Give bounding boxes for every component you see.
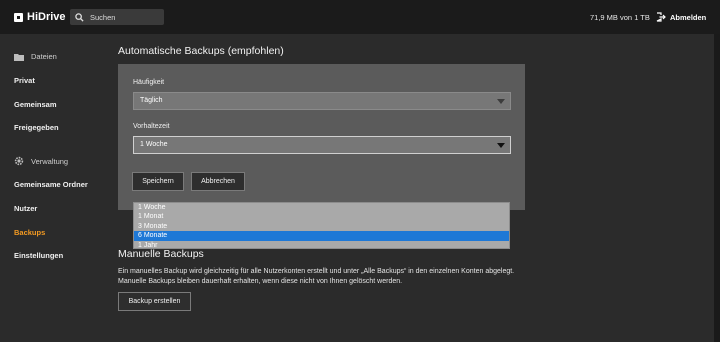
retention-option[interactable]: 1 Monat <box>134 212 509 221</box>
retention-dropdown-list[interactable]: 1 Woche 1 Monat 3 Monate 6 Monate 1 Jahr <box>133 202 510 249</box>
manual-backups-text-2: Manuelle Backups bleiben dauerhaft erhal… <box>118 278 403 285</box>
sidebar: Dateien Privat Gemeinsam Freigegeben Ver… <box>0 34 100 342</box>
sidebar-section-files[interactable]: Dateien <box>14 52 57 61</box>
sidebar-item-freigegeben[interactable]: Freigegeben <box>14 123 59 132</box>
scrollbar[interactable] <box>714 34 720 342</box>
cancel-button[interactable]: Abbrechen <box>191 172 245 191</box>
storage-quota: 71,9 MB von 1 TB <box>590 13 650 22</box>
sidebar-section-admin[interactable]: Verwaltung <box>14 156 68 166</box>
hidrive-logo[interactable]: HiDrive <box>14 10 66 24</box>
save-button[interactable]: Speichern <box>132 172 184 191</box>
brand-name: HiDrive <box>27 11 66 23</box>
sidebar-item-nutzer[interactable]: Nutzer <box>14 204 37 213</box>
search-placeholder: Suchen <box>90 12 116 22</box>
retention-option[interactable]: 1 Jahr <box>134 241 509 250</box>
sidebar-item-privat[interactable]: Privat <box>14 76 35 85</box>
sidebar-item-gemeinsame-ordner[interactable]: Gemeinsame Ordner <box>14 180 88 189</box>
logout-button[interactable]: Abmelden <box>656 10 706 24</box>
retention-option-highlighted[interactable]: 6 Monate <box>134 231 509 241</box>
search-icon <box>75 12 84 22</box>
sidebar-item-einstellungen[interactable]: Einstellungen <box>14 251 63 260</box>
retention-option[interactable]: 3 Monate <box>134 222 509 231</box>
chevron-down-icon <box>497 99 505 104</box>
sidebar-item-backups[interactable]: Backups <box>14 228 45 237</box>
search-input[interactable]: Suchen <box>70 9 164 25</box>
retention-value: 1 Woche <box>140 141 168 148</box>
sidebar-section-label: Dateien <box>31 52 57 61</box>
logout-icon <box>656 12 666 22</box>
retention-option[interactable]: 1 Woche <box>134 203 509 212</box>
create-backup-button[interactable]: Backup erstellen <box>118 292 191 311</box>
logout-label: Abmelden <box>670 12 707 22</box>
auto-backups-title: Automatische Backups (empfohlen) <box>118 45 284 57</box>
folder-icon <box>14 53 24 61</box>
frequency-label: Häufigkeit <box>133 79 165 86</box>
hidrive-logo-icon <box>14 12 23 22</box>
sidebar-item-gemeinsam[interactable]: Gemeinsam <box>14 100 57 109</box>
chevron-down-icon <box>497 143 505 148</box>
frequency-select[interactable]: Täglich <box>133 92 511 110</box>
frequency-value: Täglich <box>140 97 163 104</box>
retention-select[interactable]: 1 Woche <box>133 136 511 154</box>
top-bar: HiDrive Suchen 71,9 MB von 1 TB Abmelden <box>0 0 720 34</box>
retention-label: Vorhaltezeit <box>133 123 170 130</box>
manual-backups-text-1: Ein manuelles Backup wird gleichzeitig f… <box>118 268 515 275</box>
gear-icon <box>14 156 24 166</box>
sidebar-section-label: Verwaltung <box>31 156 69 166</box>
